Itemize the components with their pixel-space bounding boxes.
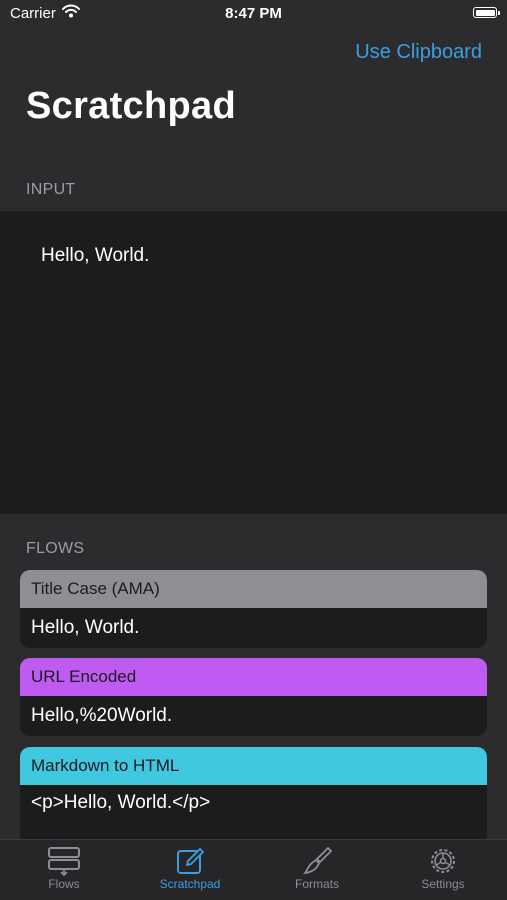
- tab-settings[interactable]: Settings: [380, 840, 506, 900]
- status-bar: Carrier 8:47 PM: [0, 0, 507, 30]
- tab-label: Formats: [294, 877, 339, 891]
- flow-card-output[interactable]: Hello,%20World.: [20, 696, 487, 736]
- tab-label: Settings: [421, 877, 465, 891]
- flows-icon: [1, 846, 127, 876]
- flow-card-title: Title Case (AMA): [20, 570, 487, 608]
- flow-card-title: URL Encoded: [20, 658, 487, 696]
- flows-section-header: FLOWS: [26, 540, 85, 557]
- status-time: 8:47 PM: [225, 5, 282, 22]
- tab-label: Scratchpad: [159, 877, 221, 891]
- paintbrush-icon: [254, 846, 380, 876]
- flow-card-output[interactable]: Hello, World.: [20, 608, 487, 648]
- page-title: Scratchpad: [26, 85, 236, 127]
- compose-icon: [127, 846, 253, 876]
- flow-card-url-encoded[interactable]: URL Encoded Hello,%20World.: [20, 658, 487, 736]
- input-section-header: INPUT: [26, 181, 76, 198]
- use-clipboard-button[interactable]: Use Clipboard: [355, 41, 482, 64]
- flow-card-markdown-to-html[interactable]: Markdown to HTML <p>Hello, World.</p>: [20, 747, 487, 845]
- tab-bar: Flows Scratchpad Formats Settings: [0, 839, 507, 900]
- input-text[interactable]: Hello, World.: [41, 245, 149, 267]
- flow-card-title: Markdown to HTML: [20, 747, 487, 785]
- tab-formats[interactable]: Formats: [254, 840, 380, 900]
- flow-card-output[interactable]: <p>Hello, World.</p>: [20, 785, 487, 845]
- battery-icon: [473, 7, 500, 18]
- tab-flows[interactable]: Flows: [1, 840, 127, 900]
- gear-icon: [380, 846, 506, 876]
- flow-card-title-case[interactable]: Title Case (AMA) Hello, World.: [20, 570, 487, 648]
- tab-scratchpad[interactable]: Scratchpad: [127, 840, 253, 900]
- tab-label: Flows: [48, 877, 80, 891]
